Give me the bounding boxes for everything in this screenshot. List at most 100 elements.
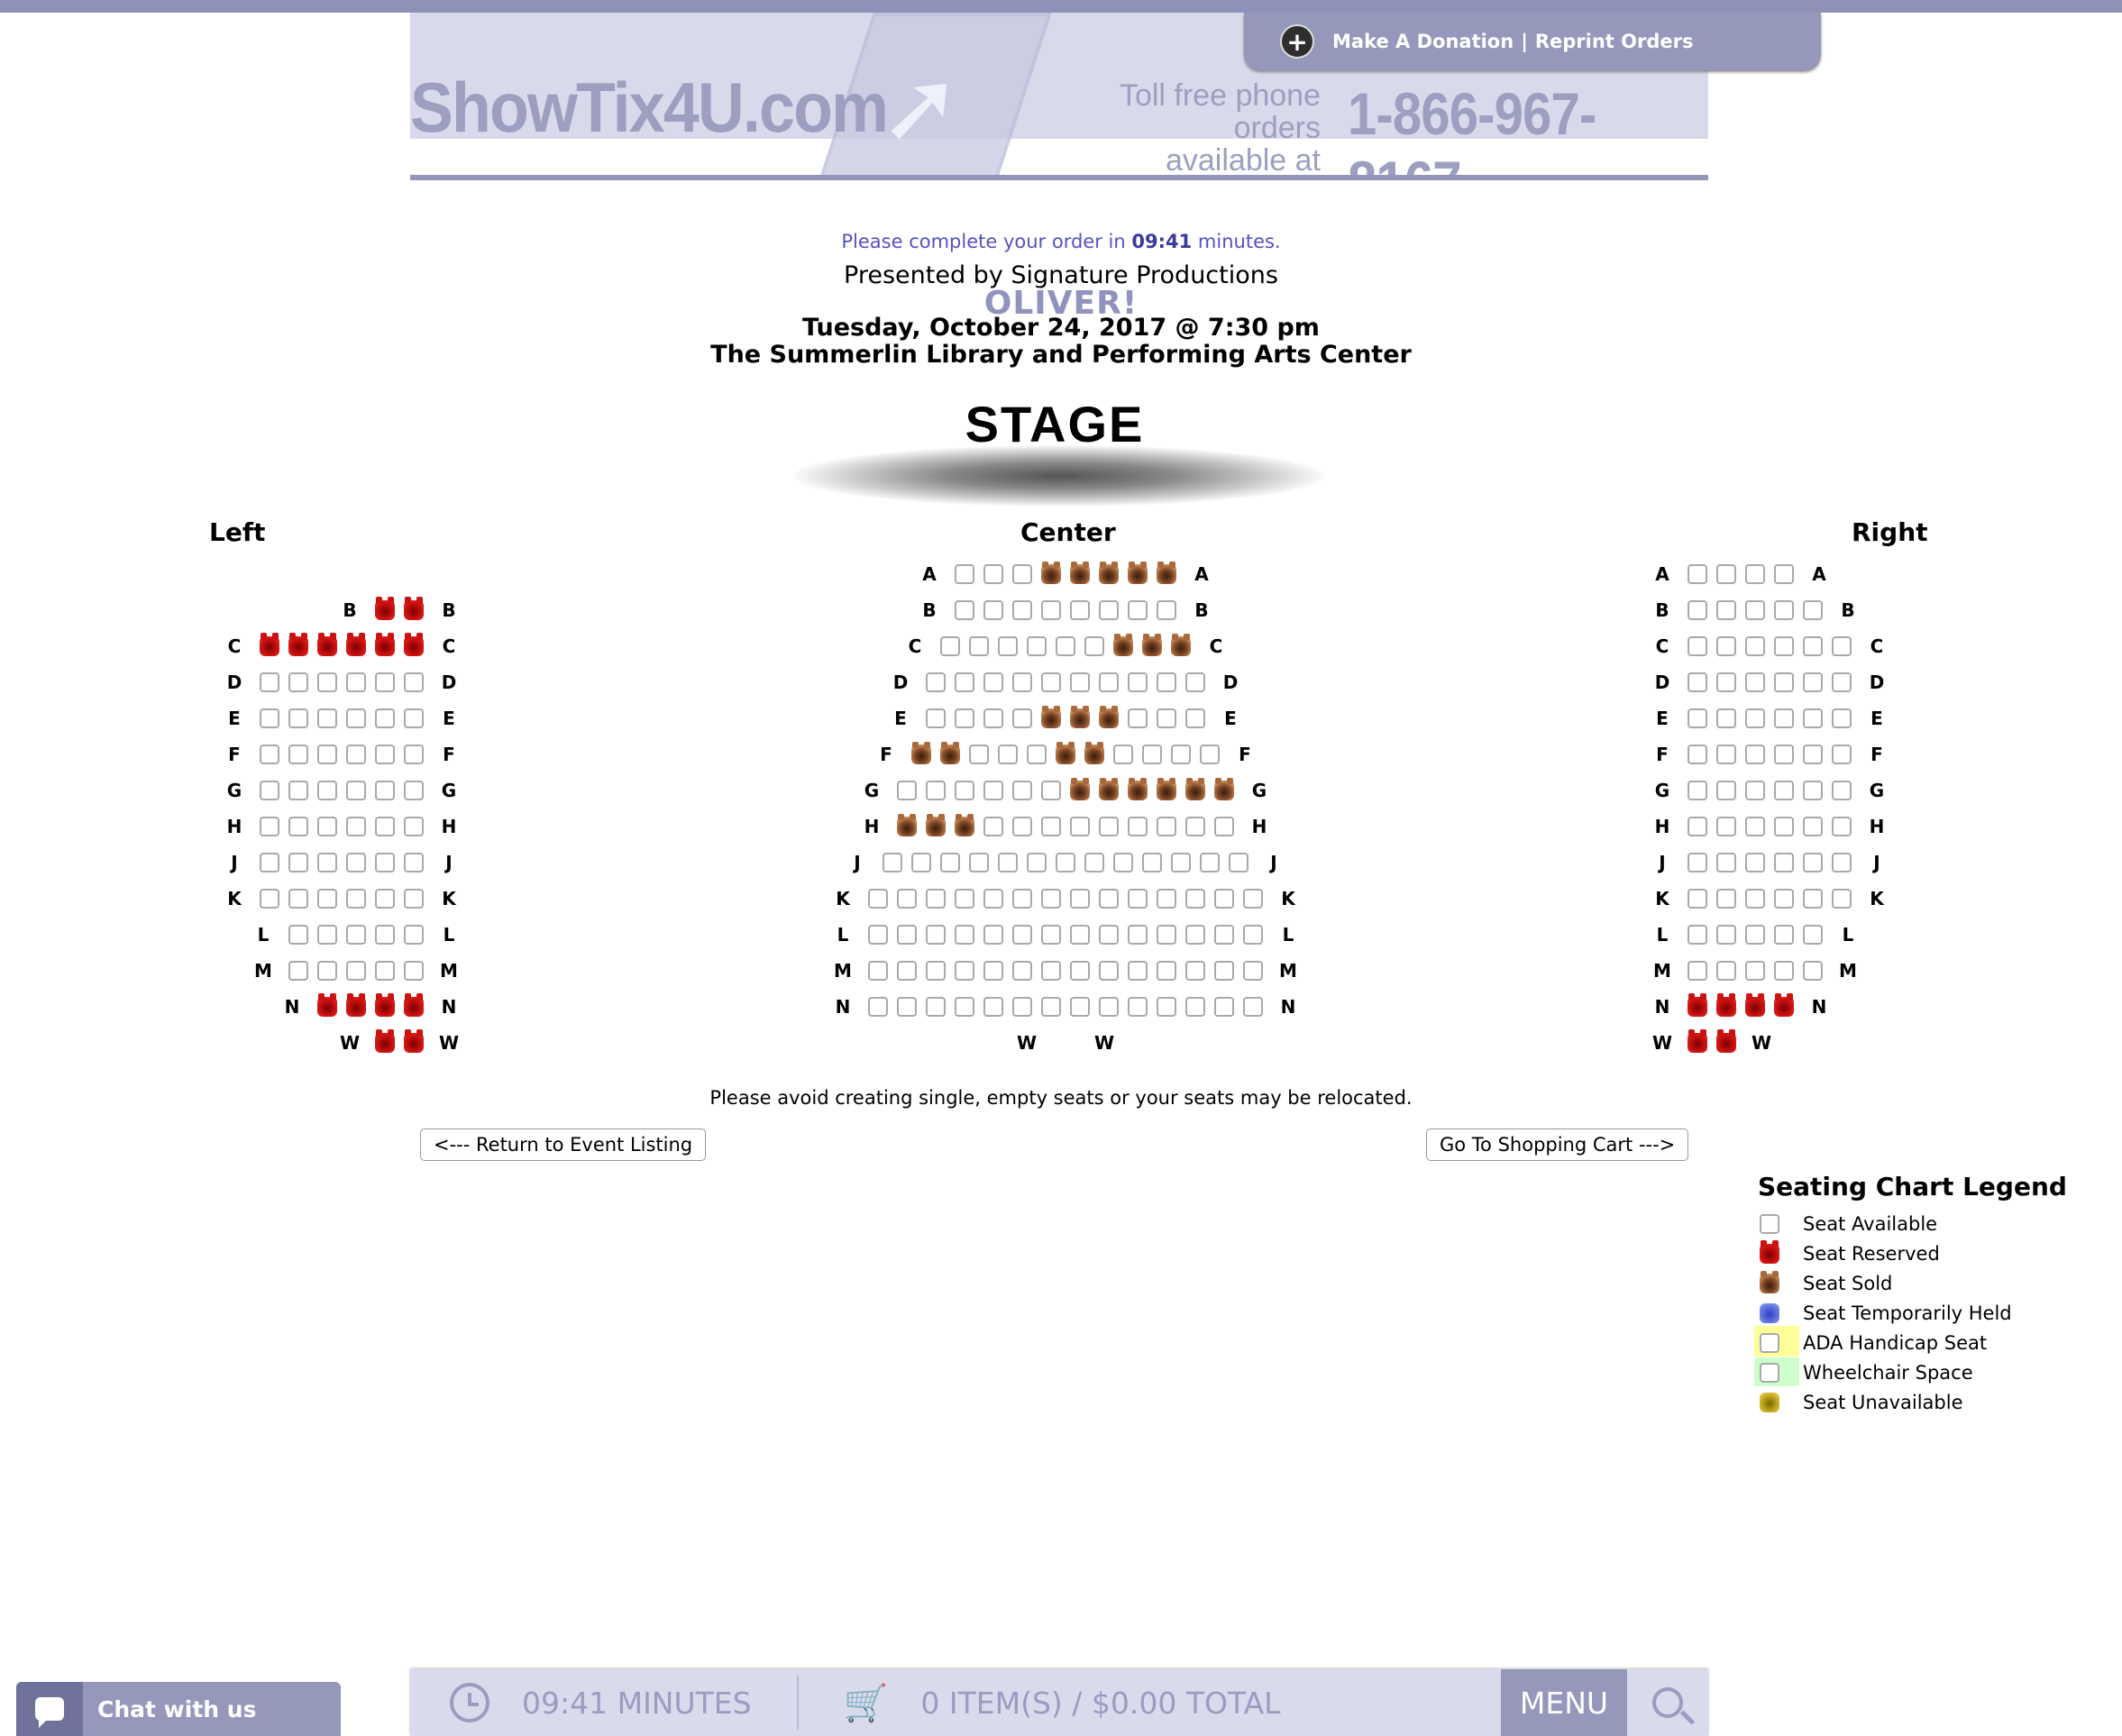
make-donation-link[interactable]: Make A Donation — [1332, 31, 1514, 52]
seat-right-M-2[interactable] — [1716, 961, 1736, 981]
seat-center-J-9[interactable] — [1113, 853, 1133, 873]
seat-right-G-4[interactable] — [1774, 781, 1794, 800]
seat-center-N-13[interactable] — [1214, 997, 1234, 1017]
seat-center-M-9[interactable] — [1099, 961, 1119, 981]
seat-center-M-13[interactable] — [1214, 961, 1234, 981]
seat-center-J-12[interactable] — [1200, 853, 1220, 873]
seat-center-E-1[interactable] — [926, 708, 946, 728]
seat-right-D-3[interactable] — [1745, 672, 1765, 692]
seat-left-F-3[interactable] — [317, 745, 337, 764]
seat-center-G-3[interactable] — [955, 781, 974, 800]
seat-left-J-2[interactable] — [288, 853, 308, 873]
seat-right-C-4[interactable] — [1774, 636, 1794, 656]
seat-center-K-8[interactable] — [1070, 889, 1090, 909]
seat-right-F-3[interactable] — [1745, 745, 1765, 764]
seat-center-J-7[interactable] — [1056, 853, 1075, 873]
seat-left-G-4[interactable] — [346, 781, 366, 800]
seat-left-M-5[interactable] — [404, 961, 424, 981]
seat-center-N-12[interactable] — [1185, 997, 1205, 1017]
seat-left-F-5[interactable] — [375, 745, 395, 764]
seat-center-M-3[interactable] — [926, 961, 946, 981]
seat-right-E-4[interactable] — [1774, 708, 1794, 728]
seat-left-L-5[interactable] — [404, 925, 424, 945]
seat-right-D-4[interactable] — [1774, 672, 1794, 692]
seat-center-C-1[interactable] — [940, 636, 960, 656]
seat-center-D-2[interactable] — [955, 672, 974, 692]
seat-center-D-1[interactable] — [926, 672, 946, 692]
seat-right-F-5[interactable] — [1803, 745, 1823, 764]
seat-left-F-6[interactable] — [404, 745, 424, 764]
seat-center-D-4[interactable] — [1012, 672, 1032, 692]
seat-center-K-2[interactable] — [897, 889, 917, 909]
seat-right-F-4[interactable] — [1774, 745, 1794, 764]
seat-center-E-10[interactable] — [1185, 708, 1205, 728]
seat-left-H-1[interactable] — [260, 817, 279, 836]
seat-center-M-10[interactable] — [1128, 961, 1148, 981]
seat-center-K-14[interactable] — [1243, 889, 1263, 909]
seat-center-L-4[interactable] — [955, 925, 974, 945]
seat-center-L-3[interactable] — [926, 925, 946, 945]
seat-right-D-2[interactable] — [1716, 672, 1736, 692]
seat-right-B-2[interactable] — [1716, 600, 1736, 620]
seat-center-M-8[interactable] — [1070, 961, 1090, 981]
seat-center-J-4[interactable] — [969, 853, 989, 873]
seat-center-G-4[interactable] — [983, 781, 1003, 800]
reprint-orders-link[interactable]: Reprint Orders — [1535, 31, 1694, 52]
seat-left-G-5[interactable] — [375, 781, 395, 800]
seat-left-M-2[interactable] — [317, 961, 337, 981]
seat-center-B-4[interactable] — [1041, 600, 1061, 620]
search-button[interactable] — [1627, 1669, 1708, 1736]
seat-right-L-5[interactable] — [1803, 925, 1823, 945]
seat-left-G-3[interactable] — [317, 781, 337, 800]
seat-right-L-4[interactable] — [1774, 925, 1794, 945]
cart-section[interactable]: 🛒 0 ITEM(S) / $0.00 TOTAL — [844, 1669, 1281, 1736]
seat-right-A-1[interactable] — [1688, 564, 1707, 584]
seat-right-G-3[interactable] — [1745, 781, 1765, 800]
seat-center-G-5[interactable] — [1012, 781, 1032, 800]
seat-center-N-7[interactable] — [1041, 997, 1061, 1017]
seat-center-M-14[interactable] — [1243, 961, 1263, 981]
seat-left-J-1[interactable] — [260, 853, 279, 873]
seat-center-E-9[interactable] — [1157, 708, 1176, 728]
seat-right-B-3[interactable] — [1745, 600, 1765, 620]
seat-center-D-10[interactable] — [1185, 672, 1205, 692]
seat-center-L-2[interactable] — [897, 925, 917, 945]
seat-center-B-6[interactable] — [1099, 600, 1119, 620]
seat-right-K-6[interactable] — [1832, 889, 1852, 909]
seat-center-H-10[interactable] — [1157, 817, 1176, 836]
seat-right-H-2[interactable] — [1716, 817, 1736, 836]
seat-center-D-3[interactable] — [983, 672, 1003, 692]
seat-center-L-5[interactable] — [983, 925, 1003, 945]
seat-center-M-11[interactable] — [1157, 961, 1176, 981]
seat-right-G-1[interactable] — [1688, 781, 1707, 800]
seat-center-N-3[interactable] — [926, 997, 946, 1017]
seat-left-E-6[interactable] — [404, 708, 424, 728]
seat-center-D-5[interactable] — [1041, 672, 1061, 692]
seat-center-G-1[interactable] — [897, 781, 917, 800]
seat-left-K-5[interactable] — [375, 889, 395, 909]
seat-right-J-4[interactable] — [1774, 853, 1794, 873]
seat-center-E-3[interactable] — [983, 708, 1003, 728]
seat-center-M-7[interactable] — [1041, 961, 1061, 981]
seat-center-B-1[interactable] — [955, 600, 974, 620]
seat-center-D-9[interactable] — [1157, 672, 1176, 692]
seat-left-K-6[interactable] — [404, 889, 424, 909]
seat-center-F-8[interactable] — [1113, 745, 1133, 764]
seat-center-J-13[interactable] — [1229, 853, 1249, 873]
seat-left-H-4[interactable] — [346, 817, 366, 836]
seat-right-C-2[interactable] — [1716, 636, 1736, 656]
seat-center-F-4[interactable] — [998, 745, 1018, 764]
seat-center-K-12[interactable] — [1185, 889, 1205, 909]
seat-center-E-2[interactable] — [955, 708, 974, 728]
seat-center-N-5[interactable] — [983, 997, 1003, 1017]
plus-icon[interactable]: + — [1280, 24, 1314, 59]
seat-center-L-13[interactable] — [1214, 925, 1234, 945]
seat-left-G-2[interactable] — [288, 781, 308, 800]
site-logo[interactable]: ShowTix4U.com — [410, 67, 889, 149]
seat-center-A-1[interactable] — [955, 564, 974, 584]
seat-right-L-2[interactable] — [1716, 925, 1736, 945]
seat-center-L-14[interactable] — [1243, 925, 1263, 945]
seat-left-E-2[interactable] — [288, 708, 308, 728]
seat-left-H-2[interactable] — [288, 817, 308, 836]
seat-center-L-10[interactable] — [1128, 925, 1148, 945]
